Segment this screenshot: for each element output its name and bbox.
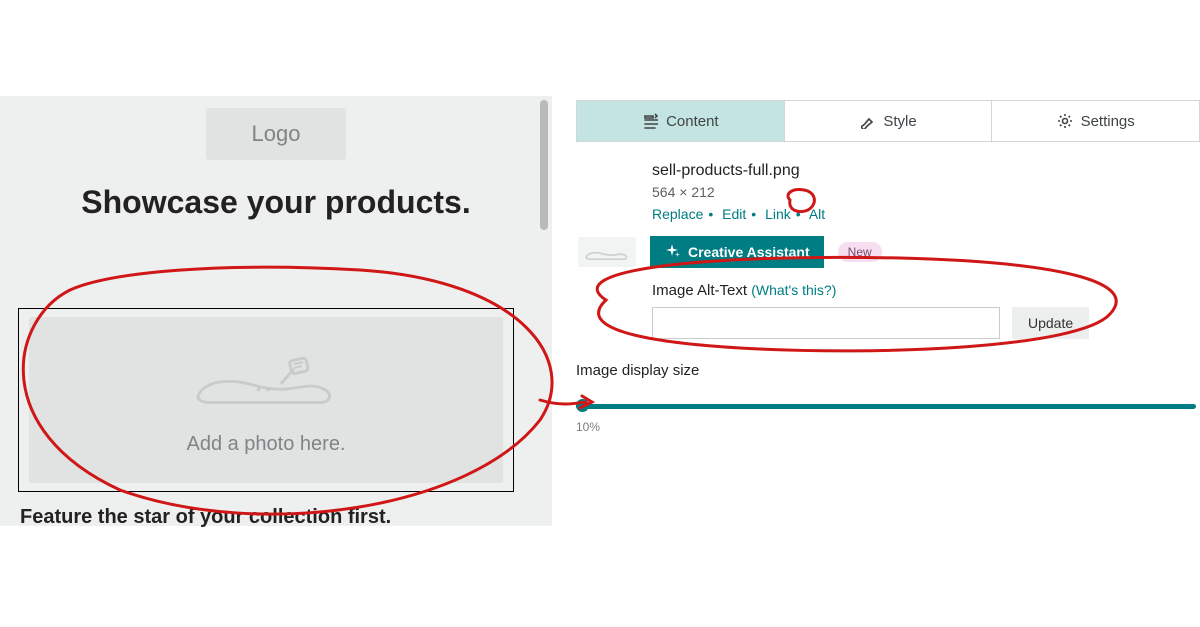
editor-tabs: Content Style Settings (576, 100, 1200, 142)
slider-percent: 10% (576, 420, 600, 434)
whats-this-link[interactable]: (What's this?) (751, 282, 836, 298)
action-edit[interactable]: Edit (722, 206, 746, 222)
tab-settings[interactable]: Settings (992, 101, 1199, 141)
image-placeholder-text: Add a photo here. (186, 433, 345, 456)
image-block-selected[interactable]: Add a photo here. (18, 308, 514, 492)
preview-subheading[interactable]: Feature the star of your collection firs… (20, 506, 391, 529)
tab-content-label: Content (666, 113, 719, 130)
email-preview-pane: Logo Showcase your products. Add a photo… (0, 96, 552, 526)
preview-headline[interactable]: Showcase your products. (20, 184, 532, 221)
action-alt[interactable]: Alt (809, 206, 825, 222)
creative-assistant-label: Creative Assistant (688, 244, 810, 260)
image-placeholder: Add a photo here. (29, 317, 503, 483)
slider-handle[interactable] (576, 399, 589, 412)
file-actions: Replace• Edit• Link• Alt (652, 206, 1200, 222)
file-dimensions: 564 × 212 (652, 184, 1200, 200)
tab-content[interactable]: Content (577, 101, 785, 141)
action-replace[interactable]: Replace (652, 206, 703, 222)
logo-placeholder-label: Logo (252, 121, 301, 147)
sparkle-icon (664, 244, 680, 260)
image-thumbnail[interactable] (578, 237, 636, 267)
image-size-slider[interactable] (576, 396, 1196, 420)
alt-text-input[interactable] (652, 307, 1000, 339)
tab-style[interactable]: Style (785, 101, 993, 141)
alt-text-label: Image Alt-Text (What's this?) (652, 282, 1200, 299)
creative-assistant-button[interactable]: Creative Assistant (650, 236, 824, 268)
file-name: sell-products-full.png (652, 162, 1200, 180)
content-icon (642, 113, 658, 129)
action-link[interactable]: Link (765, 206, 791, 222)
tab-style-label: Style (883, 113, 916, 130)
brush-icon (859, 113, 875, 129)
new-badge: New (838, 242, 882, 262)
shoe-icon (191, 344, 341, 419)
image-display-size-label: Image display size (576, 362, 699, 379)
scrollbar[interactable] (540, 100, 548, 230)
update-button[interactable]: Update (1012, 307, 1089, 339)
slider-track (576, 404, 1196, 409)
tab-settings-label: Settings (1081, 113, 1135, 130)
gear-icon (1057, 113, 1073, 129)
logo-placeholder[interactable]: Logo (206, 108, 346, 160)
